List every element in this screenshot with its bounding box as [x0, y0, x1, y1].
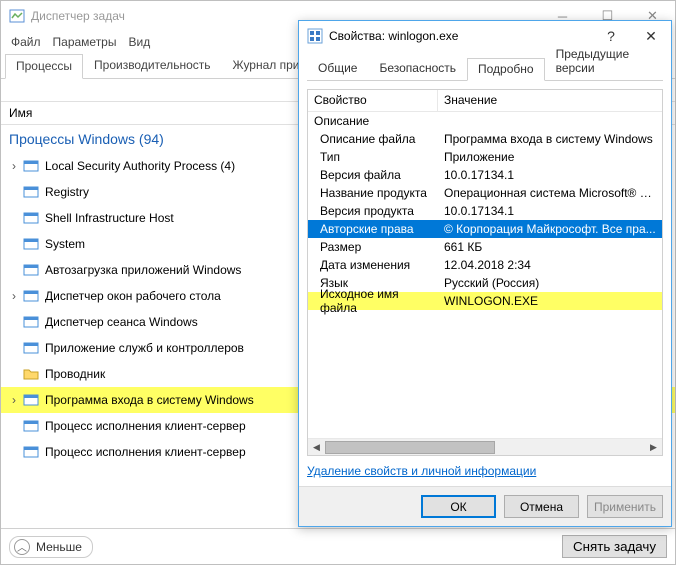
exe-icon	[307, 28, 323, 44]
property-row[interactable]: Название продуктаОперационная система Mi…	[308, 184, 662, 202]
details-box: Свойство Значение ОписаниеОписание файла…	[307, 89, 663, 456]
property-row[interactable]: Размер661 КБ	[308, 238, 662, 256]
details-rows: ОписаниеОписание файлаПрограмма входа в …	[308, 112, 662, 438]
process-name: Автозагрузка приложений Windows	[45, 263, 241, 277]
expand-chevron-icon[interactable]: ›	[7, 393, 21, 407]
details-header: Свойство Значение	[308, 90, 662, 112]
scroll-track[interactable]	[325, 439, 645, 456]
tab-processes[interactable]: Процессы	[5, 54, 83, 79]
tab-security[interactable]: Безопасность	[368, 57, 467, 80]
property-value: Приложение	[438, 147, 662, 167]
cancel-button[interactable]: Отмена	[504, 495, 579, 518]
scroll-left-icon[interactable]: ◀	[308, 439, 325, 456]
property-key: Название продукта	[308, 183, 438, 203]
process-name: Registry	[45, 185, 89, 199]
tab-general[interactable]: Общие	[307, 57, 368, 80]
scroll-thumb[interactable]	[325, 441, 495, 454]
property-row[interactable]: Версия файла10.0.17134.1	[308, 166, 662, 184]
menu-view[interactable]: Вид	[128, 35, 150, 49]
property-row[interactable]: ТипПриложение	[308, 148, 662, 166]
process-name: Процесс исполнения клиент-сервер	[45, 445, 246, 459]
property-row[interactable]: Описание файлаПрограмма входа в систему …	[308, 130, 662, 148]
expand-chevron-icon[interactable]: ›	[7, 159, 21, 173]
property-value: Операционная система Microsoft® W...	[438, 183, 662, 203]
fewer-details-label: Меньше	[36, 540, 82, 554]
props-tabs: Общие Безопасность Подробно Предыдущие в…	[307, 57, 663, 81]
tab-previous-versions[interactable]: Предыдущие версии	[545, 43, 663, 80]
property-value: 661 КБ	[438, 237, 662, 257]
property-key: Дата изменения	[308, 255, 438, 275]
property-key: Тип	[308, 147, 438, 167]
process-name: Приложение служб и контроллеров	[45, 341, 244, 355]
props-title: Свойства: winlogon.exe	[329, 29, 458, 43]
remove-properties-link[interactable]: Удаление свойств и личной информации	[307, 464, 663, 478]
property-key: Версия файла	[308, 165, 438, 185]
fewer-details-button[interactable]: ︿ Меньше	[9, 536, 93, 558]
tab-details[interactable]: Подробно	[467, 58, 545, 81]
process-name: Процесс исполнения клиент-сервер	[45, 419, 246, 433]
property-value: © Корпорация Майкрософт. Все пра...	[438, 219, 662, 239]
col-property[interactable]: Свойство	[308, 90, 438, 111]
tm-title: Диспетчер задач	[31, 9, 125, 23]
property-row[interactable]: Исходное имя файлаWINLOGON.EXE	[308, 292, 662, 310]
app-window-icon	[23, 444, 39, 460]
property-key: Исходное имя файла	[308, 284, 438, 318]
process-name: Проводник	[45, 367, 105, 381]
app-window-icon	[23, 184, 39, 200]
process-name: System	[45, 237, 85, 251]
property-key: Авторские права	[308, 219, 438, 239]
scroll-right-icon[interactable]: ▶	[645, 439, 662, 456]
task-manager-icon	[9, 8, 25, 24]
property-row[interactable]: Авторские права© Корпорация Майкрософт. …	[308, 220, 662, 238]
tab-performance[interactable]: Производительность	[83, 53, 221, 78]
process-name: Программа входа в систему Windows	[45, 393, 254, 407]
app-window-icon	[23, 158, 39, 174]
property-row[interactable]: Дата изменения12.04.2018 2:34	[308, 256, 662, 274]
app-window-icon	[23, 236, 39, 252]
process-name: Shell Infrastructure Host	[45, 211, 174, 225]
app-window-icon	[23, 288, 39, 304]
expand-chevron-icon[interactable]: ›	[7, 289, 21, 303]
app-window-icon	[23, 210, 39, 226]
menu-options[interactable]: Параметры	[53, 35, 117, 49]
ok-button[interactable]: ОК	[421, 495, 496, 518]
process-name: Диспетчер окон рабочего стола	[45, 289, 221, 303]
apply-button[interactable]: Применить	[587, 495, 663, 518]
process-name: Диспетчер сеанса Windows	[45, 315, 198, 329]
property-value	[438, 118, 662, 124]
property-key: Версия продукта	[308, 201, 438, 221]
property-value: 10.0.17134.1	[438, 201, 662, 221]
property-value: Программа входа в систему Windows	[438, 129, 662, 149]
properties-window: Свойства: winlogon.exe ? ✕ Общие Безопас…	[298, 20, 672, 527]
menu-file[interactable]: Файл	[11, 35, 41, 49]
app-window-icon	[23, 418, 39, 434]
process-name: Local Security Authority Process (4)	[45, 159, 235, 173]
app-window-icon	[23, 314, 39, 330]
app-window-icon	[23, 262, 39, 278]
props-buttons: ОК Отмена Применить	[299, 486, 671, 526]
horizontal-scrollbar[interactable]: ◀ ▶	[308, 438, 662, 455]
col-value[interactable]: Значение	[438, 90, 662, 111]
app-window-icon	[23, 392, 39, 408]
property-value: Русский (Россия)	[438, 273, 662, 293]
property-value: WINLOGON.EXE	[438, 291, 662, 311]
property-key: Размер	[308, 237, 438, 257]
property-row[interactable]: Версия продукта10.0.17134.1	[308, 202, 662, 220]
app-window-icon	[23, 340, 39, 356]
folder-icon	[23, 366, 39, 382]
property-value: 12.04.2018 2:34	[438, 255, 662, 275]
end-task-button[interactable]: Снять задачу	[562, 535, 667, 558]
property-row[interactable]: Описание	[308, 112, 662, 130]
property-key: Описание файла	[308, 129, 438, 149]
tm-footer: ︿ Меньше Снять задачу	[1, 528, 675, 564]
chevron-up-icon: ︿	[14, 539, 30, 555]
property-value: 10.0.17134.1	[438, 165, 662, 185]
